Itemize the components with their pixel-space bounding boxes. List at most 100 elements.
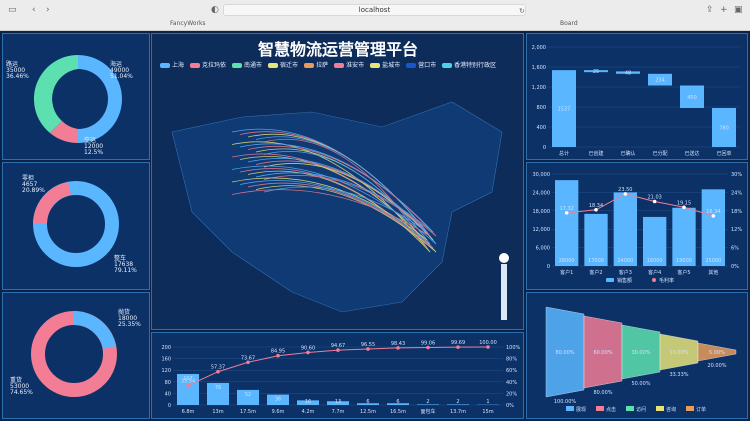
cumulative-label: 90.60 [301, 345, 315, 351]
sales-bar[interactable] [613, 192, 637, 266]
legend-item[interactable]: 上海 [160, 60, 184, 69]
legend-item[interactable]: 点击 [606, 406, 616, 413]
sales-combo-chart: 0 0% 6,000 6% 12,000 12% 18,000 18% 24,000 24% 30,… [533, 172, 743, 284]
y-tick-label: 200 [161, 345, 171, 351]
legend-item[interactable]: 淮安市 [334, 60, 364, 69]
x-tick-label: 13.7m [450, 409, 466, 415]
y-tick-label: 400 [536, 125, 546, 131]
legend-swatch [652, 278, 656, 282]
cumulative-line [187, 346, 489, 387]
funnel-label: 5.00% [709, 350, 725, 356]
legend-item[interactable]: 南通市 [232, 60, 262, 69]
y2-tick-label: 0% [731, 264, 739, 270]
x-tick-label: 已回单 [716, 150, 731, 157]
new-tab-icon[interactable]: + [720, 5, 728, 15]
data-label: 1 [486, 399, 489, 405]
donut2-label-truck: 整车 17638 79.11% [114, 255, 137, 274]
data-label: 76 [215, 385, 221, 391]
x-tick-label: 客户5 [677, 269, 690, 276]
margin-label: 19.15 [677, 200, 691, 206]
sidebar-toggle-icon[interactable]: ▭ [8, 5, 17, 15]
x-tick-label: 客户4 [648, 269, 661, 276]
data-label: 6 [366, 399, 369, 405]
x-tick-label: 客户2 [589, 269, 602, 276]
shield-icon: ◐ [211, 5, 219, 15]
map-zoom-slider[interactable] [501, 264, 507, 320]
legend-item[interactable]: 毛利率 [659, 277, 674, 284]
waterfall-chart: 0 400 800 1,200 1,600 2,000 1537 总计 25 已创建 48 已确认 23… [532, 45, 740, 157]
sales-bar[interactable] [701, 189, 725, 266]
y2-tick-label: 6% [731, 246, 739, 252]
y2-tick-label: 24% [731, 190, 742, 196]
y-tick-label: 24,000 [533, 190, 551, 196]
legend-item[interactable]: 订单 [696, 406, 706, 413]
reload-icon[interactable]: ↻ [519, 6, 525, 16]
y2-tick-label: 0% [506, 403, 514, 409]
legend-swatch [566, 406, 574, 411]
y-tick-label: 12,000 [533, 227, 551, 233]
x-tick-label: 4.2m [302, 409, 315, 415]
donut-chart-transport [33, 54, 122, 144]
x-tick-label: 其他 [708, 269, 718, 276]
x-tick-label: 12.5m [360, 409, 376, 415]
legend-item[interactable]: 克拉玛依 [190, 60, 226, 69]
data-label: 25000 [705, 258, 721, 264]
share-icon[interactable]: ⇪ [706, 5, 714, 15]
donut-slice-light[interactable] [74, 311, 116, 349]
donut1-label-road: 路运 35000 36.46% [6, 61, 29, 80]
funnel-label: 10.00% [669, 350, 688, 356]
y-tick-label: 160 [161, 357, 171, 363]
back-icon[interactable]: ‹ [32, 5, 36, 15]
y-tick-label: 1,200 [532, 85, 546, 91]
legend-item[interactable]: 香港特别行政区 [442, 60, 496, 69]
data-label: 234 [655, 78, 665, 84]
map-zoom-handle[interactable] [499, 253, 509, 263]
data-label: 24000 [617, 258, 633, 264]
tab-board[interactable]: Board [560, 20, 578, 30]
legend-item[interactable]: 营口市 [406, 60, 436, 69]
page-title: 智慧物流运营管理平台 [257, 40, 418, 59]
funnel-sublabel: 20.00% [707, 363, 726, 369]
legend-swatch [606, 278, 614, 282]
china-flow-map[interactable] [152, 72, 523, 329]
donut-slice-road[interactable] [33, 54, 78, 134]
funnel-sublabel: 80.00% [593, 390, 612, 396]
legend-item[interactable]: 展现 [576, 407, 586, 413]
funnel-sublabel: 50.00% [631, 381, 650, 387]
data-label: 16000 [647, 258, 663, 264]
funnel-label: 80.00% [555, 350, 574, 356]
browser-chrome: ▭ ‹ › ◐ localhost ↻ ⇪ + ▣ FancyWorks Boa… [0, 0, 750, 31]
donut1-label-air: 空运 12000 12.5% [84, 137, 104, 156]
data-label: 16 [305, 399, 311, 405]
legend-swatch [686, 406, 694, 411]
legend-item[interactable]: 盐城市 [370, 60, 400, 69]
y-tick-label: 1,600 [532, 65, 546, 71]
y2-tick-label: 30% [731, 172, 742, 178]
legend-item[interactable]: 咨询 [666, 406, 676, 413]
legend-item[interactable]: 销售额 [617, 277, 632, 284]
cumulative-label: 98.43 [391, 341, 405, 347]
y2-tick-label: 100% [506, 345, 521, 351]
legend-item[interactable]: 访问 [636, 406, 646, 413]
cumulative-label: 94.67 [331, 343, 345, 349]
address-bar[interactable]: localhost [223, 4, 526, 16]
forward-icon[interactable]: › [46, 5, 50, 15]
data-label: 25 [593, 69, 599, 75]
sales-bar[interactable] [555, 180, 579, 266]
tab-fancyworks[interactable]: FancyWorks [170, 20, 206, 30]
y-tick-label: 0 [168, 403, 171, 409]
y-tick-label: 800 [536, 105, 546, 111]
donut1-label-sea: 海运 49000 51.04% [110, 61, 133, 80]
legend-item[interactable]: 拉萨 [304, 60, 328, 69]
url-text: localhost [358, 6, 391, 14]
legend-swatch [596, 406, 604, 411]
x-tick-label: 16.5m [390, 409, 406, 415]
margin-label: 16.34 [706, 209, 720, 215]
x-tick-label: 7.7m [332, 409, 345, 415]
data-label: 13 [335, 399, 341, 405]
legend-item[interactable]: 宿迁市 [268, 60, 298, 69]
data-label: 450 [687, 95, 697, 101]
tabs-icon[interactable]: ▣ [734, 5, 743, 15]
x-tick-label: 已确认 [620, 150, 635, 157]
y-tick-label: 18,000 [533, 209, 551, 215]
